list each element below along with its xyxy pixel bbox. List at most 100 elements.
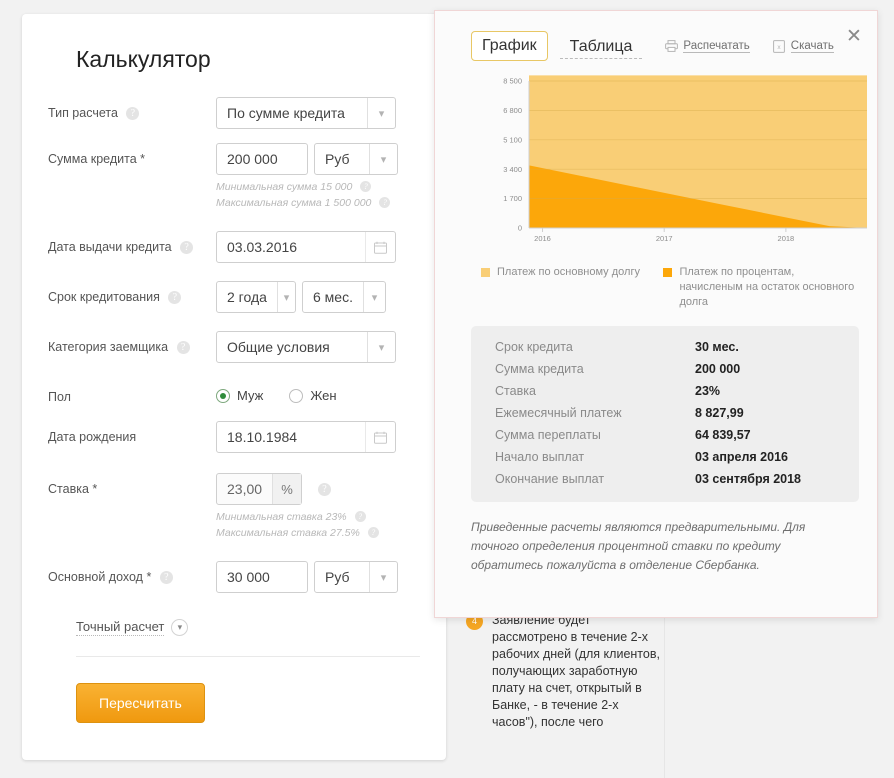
calculator-card: Калькулятор Тип расчета ? По сумме креди… [22, 14, 446, 760]
field-label: Дата рождения [48, 421, 216, 445]
tab-graph[interactable]: График [471, 31, 548, 61]
main-income-value: 30 000 [227, 569, 270, 585]
label-text: Дата рождения [48, 430, 137, 444]
summary-row: Ставка 23% [495, 384, 835, 398]
summary-row: Начало выплат 03 апреля 2016 [495, 450, 835, 464]
radio-label: Жен [310, 388, 337, 403]
label-text: Пол [48, 390, 71, 404]
calculation-type-select[interactable]: По сумме кредита ▾ [216, 97, 396, 129]
summary-value: 03 апреля 2016 [695, 450, 788, 464]
issue-date-value: 03.03.2016 [227, 239, 298, 255]
close-icon[interactable]: ✕ [843, 25, 865, 47]
summary-key: Сумма кредита [495, 362, 584, 376]
calendar-icon[interactable] [365, 232, 395, 262]
modal-tabbar: График Таблица Распечатать x Скачать [471, 31, 855, 61]
label-text: Основной доход * [48, 570, 152, 584]
y-tick-label: 1 700 [503, 194, 522, 203]
hint-text: Максимальная сумма 1 500 000 [216, 197, 372, 209]
hint-text: Минимальная сумма 15 000 [216, 181, 353, 193]
print-link[interactable]: Распечатать [664, 39, 750, 53]
hint-text: Максимальная ставка 27.5% [216, 527, 360, 539]
field-label: Категория заемщика ? [48, 331, 216, 355]
field-row-loan-amount: Сумма кредита * 200 000 Руб ▾ Минимальна… [48, 143, 420, 211]
calendar-icon[interactable] [365, 422, 395, 452]
y-tick-label: 8 500 [503, 77, 522, 86]
download-label: Скачать [790, 39, 834, 53]
label-text: Дата выдачи кредита [48, 240, 172, 254]
borrower-category-select[interactable]: Общие условия ▾ [216, 331, 396, 363]
help-icon[interactable]: ? [180, 241, 194, 254]
help-icon[interactable]: ? [168, 291, 182, 304]
page-title: Калькулятор [76, 46, 211, 72]
field-label: Дата выдачи кредита ? [48, 231, 216, 255]
interest-rate-input[interactable]: 23,00 % [216, 473, 302, 505]
chevron-down-icon: ▾ [171, 619, 189, 636]
loan-term-years-select[interactable]: 2 года ▾ [216, 281, 296, 313]
percent-unit-label: % [272, 474, 301, 504]
field-row-interest-rate: Ставка * 23,00 % ? Минимальная ставка 23… [48, 473, 420, 541]
help-icon[interactable]: ? [159, 571, 173, 584]
loan-term-months-select[interactable]: 6 мес. ▾ [302, 281, 386, 313]
x-tick-label: 2018 [778, 234, 795, 243]
help-icon[interactable]: ? [126, 107, 140, 120]
legend-label: Платеж по основному долгу [497, 266, 640, 278]
help-icon[interactable]: ? [367, 527, 379, 538]
x-tick-label: 2017 [656, 234, 673, 243]
help-icon[interactable]: ? [318, 482, 331, 496]
interest-rate-value: 23,00 [227, 481, 263, 497]
summary-row: Сумма переплаты 64 839,57 [495, 428, 835, 442]
field-label: Основной доход * ? [48, 561, 216, 585]
field-row-borrower-category: Категория заемщика ? Общие условия ▾ [48, 331, 420, 363]
loan-currency-value: Руб [325, 151, 350, 167]
summary-value: 03 сентября 2018 [695, 472, 802, 486]
legend-item-interest: Платеж по процентам, начисленым на остат… [663, 265, 855, 310]
calculation-type-value: По сумме кредита [227, 105, 345, 121]
main-income-currency-select[interactable]: Руб ▾ [314, 561, 398, 593]
chevron-down-icon: ▾ [369, 562, 397, 592]
disclaimer-text: Приведенные расчеты являются предварител… [471, 520, 806, 572]
help-icon[interactable]: ? [360, 181, 372, 192]
label-text: Тип расчета [48, 106, 118, 120]
radio-dot-selected [216, 388, 230, 403]
field-row-issue-date: Дата выдачи кредита ? 03.03.2016 [48, 231, 420, 263]
summary-row: Сумма кредита 200 000 [495, 362, 835, 376]
background-step-item: 4 Заявление будет рассмотрено в течение … [466, 612, 666, 731]
label-text: Сумма кредита * [48, 152, 145, 166]
income-currency-value: Руб [325, 569, 350, 585]
help-icon[interactable]: ? [354, 511, 366, 522]
main-income-input[interactable]: 30 000 [216, 561, 308, 593]
tab-table[interactable]: Таблица [559, 33, 643, 59]
gender-radio-male[interactable]: Муж [216, 388, 263, 403]
chevron-down-icon: ▾ [367, 332, 395, 362]
x-tick-label: 2016 [534, 234, 551, 243]
y-tick-label: 0 [518, 224, 522, 233]
rate-min-hint: Минимальная ставка 23% ? [216, 510, 420, 525]
chart-legend: Платеж по основному долгу Платеж по проц… [481, 265, 855, 310]
field-label: Тип расчета ? [48, 97, 216, 121]
divider [76, 656, 420, 657]
print-label: Распечатать [683, 39, 750, 53]
loan-amount-input[interactable]: 200 000 [216, 143, 308, 175]
download-link[interactable]: x Скачать [772, 39, 834, 53]
loan-term-months-value: 6 мес. [313, 289, 353, 305]
birth-date-value: 18.10.1984 [227, 429, 298, 445]
recalculate-button[interactable]: Пересчитать [76, 683, 205, 723]
summary-value: 200 000 [695, 362, 741, 376]
help-icon[interactable]: ? [176, 341, 190, 354]
summary-key: Начало выплат [495, 450, 585, 464]
gender-radio-female[interactable]: Жен [289, 388, 337, 403]
legend-item-principal: Платеж по основному долгу [481, 265, 663, 310]
field-label: Сумма кредита * [48, 143, 216, 167]
borrower-category-value: Общие условия [227, 339, 330, 355]
help-icon[interactable]: ? [379, 197, 391, 208]
issue-date-input[interactable]: 03.03.2016 [216, 231, 396, 263]
results-modal: ✕ График Таблица Распечатать x Скачать 0… [434, 10, 878, 618]
excel-file-icon: x [772, 39, 786, 53]
label-text: Срок кредитования [48, 290, 160, 304]
loan-amount-currency-select[interactable]: Руб ▾ [314, 143, 398, 175]
birth-date-input[interactable]: 18.10.1984 [216, 421, 396, 453]
exact-calculation-toggle[interactable]: Точный расчет ▾ [76, 619, 189, 636]
printer-icon [664, 39, 678, 53]
summary-row: Окончание выплат 03 сентября 2018 [495, 472, 835, 486]
summary-key: Срок кредита [495, 340, 573, 354]
